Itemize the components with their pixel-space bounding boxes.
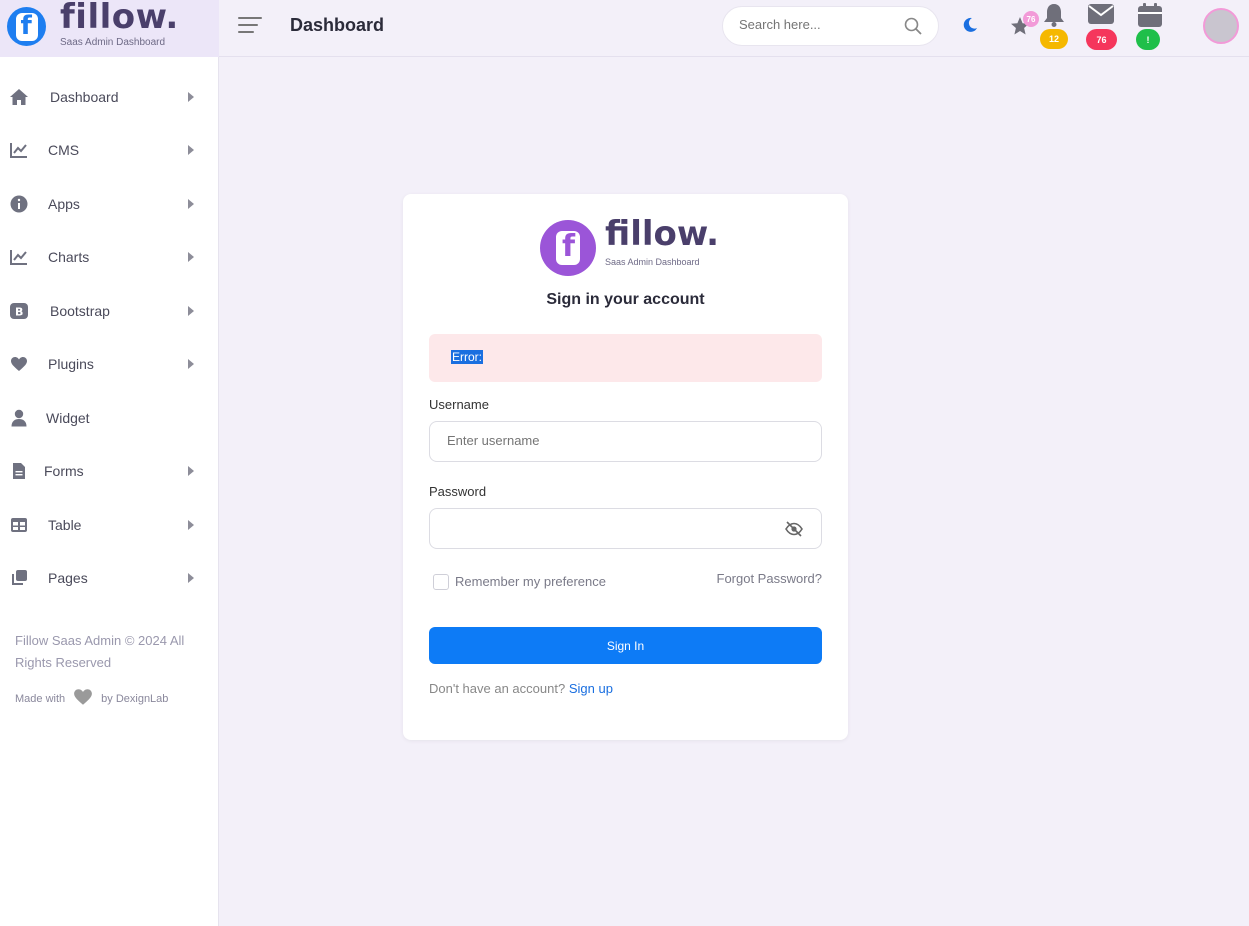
sidebar-item-charts[interactable]: Charts	[0, 237, 219, 277]
sidebar-item-widget[interactable]: Widget	[0, 398, 219, 438]
remember-label[interactable]: Remember my preference	[455, 574, 606, 589]
password-input[interactable]	[447, 520, 777, 535]
top-header: Dashboard 76 12 76 !	[219, 0, 1249, 57]
username-field[interactable]	[429, 421, 822, 462]
chevron-right-icon	[188, 199, 194, 209]
bootstrap-icon: B	[9, 301, 29, 321]
chevron-right-icon	[188, 92, 194, 102]
card-brand-tagline: Saas Admin Dashboard	[605, 257, 700, 267]
sidebar-item-bootstrap[interactable]: B Bootstrap	[0, 291, 219, 331]
avatar[interactable]	[1203, 8, 1239, 44]
sidebar-item-label: Forms	[44, 463, 84, 479]
user-icon	[9, 408, 29, 428]
sidebar-item-label: Charts	[48, 249, 90, 265]
menu-toggle-icon[interactable]	[238, 17, 262, 35]
bell-badge: 12	[1040, 29, 1068, 49]
username-label: Username	[429, 397, 489, 412]
calendar-badge: !	[1136, 29, 1160, 50]
author-text: by DexignLab	[101, 692, 169, 705]
chevron-right-icon	[188, 359, 194, 369]
signin-title: Sign in your account	[546, 291, 705, 308]
chart-line-icon	[9, 140, 29, 160]
logo-icon[interactable]	[7, 7, 46, 46]
chevron-right-icon	[188, 306, 194, 316]
chevron-right-icon	[188, 573, 194, 583]
card-brand-name: fillow.	[605, 214, 720, 254]
error-alert: Error:	[429, 334, 822, 382]
made-with-text: Made with	[15, 692, 66, 705]
moon-icon[interactable]	[962, 17, 978, 38]
sidebar-item-label: Table	[48, 517, 82, 533]
sidebar-item-apps[interactable]: Apps	[0, 184, 219, 224]
home-icon	[9, 87, 29, 107]
sidebar-item-forms[interactable]: Forms	[0, 451, 219, 491]
search-icon[interactable]	[904, 17, 922, 40]
chevron-right-icon	[188, 252, 194, 262]
sidebar-item-label: Pages	[48, 570, 88, 586]
page-title: Dashboard	[290, 15, 385, 35]
brand-tagline: Saas Admin Dashboard	[60, 37, 166, 48]
sidebar-item-label: Apps	[48, 196, 80, 212]
sidebar-item-label: Dashboard	[50, 89, 119, 105]
sidebar-item-pages[interactable]: Pages	[0, 558, 219, 598]
sidebar-item-plugins[interactable]: Plugins	[0, 344, 219, 384]
sidebar-item-label: Plugins	[48, 356, 94, 372]
signin-card: fillow. Saas Admin Dashboard Sign in you…	[403, 194, 848, 740]
search-input[interactable]	[739, 17, 899, 32]
password-field[interactable]	[429, 508, 822, 549]
mail-icon[interactable]	[1087, 3, 1115, 30]
signup-link[interactable]: Sign up	[569, 681, 613, 696]
error-text: Error:	[451, 350, 483, 364]
signup-row: Don't have an account? Sign up	[429, 681, 613, 696]
chevron-right-icon	[188, 466, 194, 476]
sidebar: Dashboard CMS Apps Charts B Bootstrap Pl…	[0, 57, 219, 926]
file-icon	[9, 461, 29, 481]
brand-header: fillow. Saas Admin Dashboard	[0, 0, 219, 57]
signin-button[interactable]: Sign In	[429, 627, 822, 664]
sidebar-item-cms[interactable]: CMS	[0, 130, 219, 170]
svg-text:B: B	[15, 306, 23, 319]
sidebar-copyright: Fillow Saas Admin © 2024 All Rights Rese…	[15, 633, 185, 670]
password-label: Password	[429, 484, 487, 499]
sidebar-credits: Made with by DexignLab	[15, 688, 168, 709]
star-badge: 76	[1023, 11, 1039, 27]
logo-icon	[540, 220, 596, 276]
username-input[interactable]	[447, 433, 777, 448]
forgot-password-link[interactable]: Forgot Password?	[717, 571, 823, 586]
heart-icon	[9, 354, 29, 374]
copy-icon	[9, 568, 29, 588]
mail-badge: 76	[1086, 29, 1117, 50]
sidebar-item-label: Widget	[46, 410, 90, 426]
sidebar-item-table[interactable]: Table	[0, 505, 219, 545]
brand-name[interactable]: fillow.	[60, 0, 179, 37]
sidebar-item-label: Bootstrap	[50, 303, 110, 319]
no-account-text: Don't have an account?	[429, 681, 566, 696]
sidebar-item-dashboard[interactable]: Dashboard	[0, 77, 219, 117]
info-icon	[9, 194, 29, 214]
chevron-right-icon	[188, 145, 194, 155]
table-icon	[9, 515, 29, 535]
chart-line-icon	[9, 247, 29, 267]
heart-icon	[73, 688, 93, 709]
sidebar-item-label: CMS	[48, 142, 80, 158]
search-box[interactable]	[722, 6, 939, 46]
chevron-right-icon	[188, 520, 194, 530]
remember-checkbox[interactable]	[433, 574, 449, 590]
eye-slash-icon[interactable]	[785, 521, 803, 542]
